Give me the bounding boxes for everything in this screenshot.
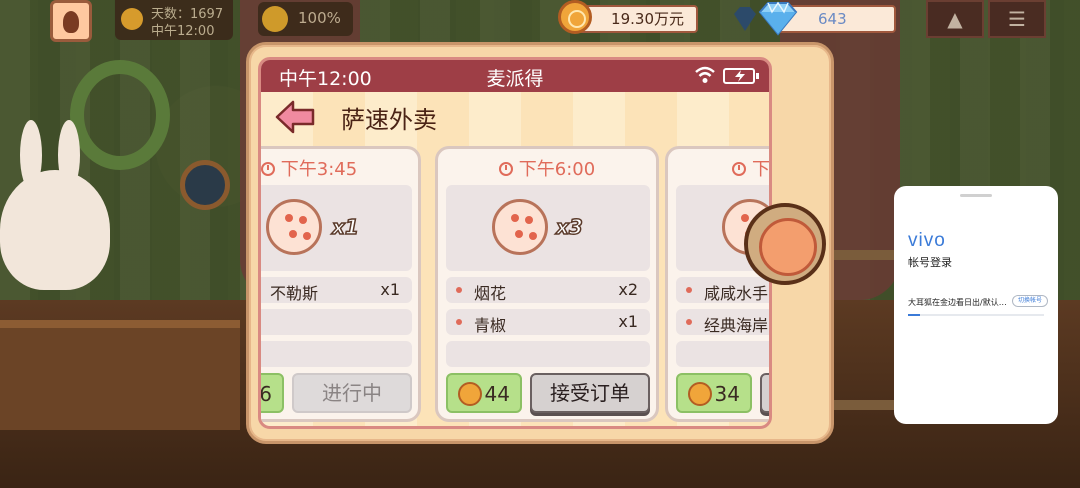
bullet-dot bbox=[456, 287, 462, 293]
item-name: 不勒斯 bbox=[270, 284, 319, 303]
dish-quantity: x3 bbox=[555, 214, 583, 240]
wreath-decoration bbox=[70, 60, 170, 170]
reward-amount: 16 bbox=[259, 382, 272, 406]
order-time: 下 bbox=[668, 155, 770, 181]
phone-home-button[interactable] bbox=[744, 203, 826, 285]
menu-icon: ☰ bbox=[1008, 7, 1026, 31]
item-name: 咸咸水手 bbox=[704, 284, 769, 303]
item-name: 青椒 bbox=[474, 316, 507, 335]
drag-handle[interactable] bbox=[960, 194, 992, 197]
order-in-progress-button[interactable]: 进行中 bbox=[292, 373, 412, 413]
order-reward: 44 bbox=[446, 373, 522, 413]
game-clock: 中午12:00 bbox=[151, 24, 215, 39]
mood-percent: 100% bbox=[298, 9, 341, 27]
page-header: 萨速外卖 bbox=[261, 92, 769, 142]
account-name: 大耳狐在金边看日出/默认… bbox=[908, 298, 1007, 307]
item-name: 烟花 bbox=[474, 284, 507, 303]
order-time: 下午6:00 bbox=[438, 155, 656, 181]
clock-icon bbox=[498, 162, 513, 176]
sun-icon bbox=[121, 8, 143, 30]
accept-order-button[interactable]: 接受订单 bbox=[530, 373, 650, 413]
reward-amount: 34 bbox=[714, 382, 740, 406]
clock-icon bbox=[732, 162, 746, 176]
dish-image-box: x3 bbox=[446, 185, 650, 271]
reward-amount: 44 bbox=[484, 382, 510, 406]
player-avatar[interactable] bbox=[50, 0, 92, 42]
bullet-dot bbox=[686, 287, 692, 293]
order-reward: 16 bbox=[259, 373, 284, 413]
vivo-logo: vivo bbox=[908, 230, 946, 251]
order-reward: 34 bbox=[676, 373, 752, 413]
order-time: 下午3:45 bbox=[261, 155, 418, 181]
bullet-dot bbox=[456, 319, 462, 325]
diamond-icon bbox=[758, 1, 798, 36]
login-subtitle: 帐号登录 bbox=[908, 256, 952, 269]
phone-app-name: 麦派得 bbox=[486, 68, 544, 90]
gem-amount: 643 bbox=[818, 10, 847, 28]
accept-order-button[interactable] bbox=[760, 373, 769, 413]
order-item: 青椒 x1 bbox=[446, 309, 650, 335]
day-clock-panel: 天数：1697 中午12:00 bbox=[115, 0, 233, 40]
order-item: 不勒斯 x1 bbox=[261, 277, 412, 303]
item-qty: x1 bbox=[618, 312, 638, 331]
bullet-dot bbox=[686, 319, 692, 325]
order-item: 咸咸水手 bbox=[676, 277, 769, 303]
bunny-character bbox=[0, 120, 110, 290]
switch-account-button[interactable]: 切换帐号 bbox=[1012, 295, 1048, 307]
battery-charging-icon bbox=[723, 68, 759, 84]
order-time-text: 下 bbox=[752, 159, 770, 180]
desk-decoration bbox=[0, 320, 240, 430]
order-card: 下 咸咸水手 经典海岸 34 bbox=[665, 146, 770, 422]
order-item-empty bbox=[676, 341, 769, 367]
coin-icon bbox=[558, 0, 592, 34]
pizza-icon bbox=[266, 199, 322, 255]
order-item: 经典海岸 bbox=[676, 309, 769, 335]
login-progress-bar bbox=[908, 314, 1044, 316]
order-list[interactable]: 下午3:45 x1 不勒斯 x1 16 进行中 下午6:00 x3 bbox=[261, 146, 769, 426]
coin-amount: 19.30万元 bbox=[611, 10, 684, 28]
dish-image-box: x1 bbox=[261, 185, 412, 271]
order-card: 下午3:45 x1 不勒斯 x1 16 进行中 bbox=[259, 146, 421, 422]
vivo-login-panel: vivo 帐号登录 大耳狐在金边看日出/默认… 切换帐号 bbox=[894, 186, 1058, 424]
clock-icon bbox=[261, 162, 275, 176]
item-qty: x1 bbox=[380, 280, 400, 299]
round-window bbox=[180, 160, 230, 210]
item-qty: x2 bbox=[618, 280, 638, 299]
coin-icon bbox=[688, 382, 712, 406]
dish-quantity: x1 bbox=[331, 214, 359, 240]
order-card: 下午6:00 x3 烟花 x2 青椒 x1 44 接受订单 bbox=[435, 146, 659, 422]
phone-screen: 中午12:00 麦派得 萨速外卖 下午3:45 x1 不勒斯 x1 6 进行中 … bbox=[258, 57, 772, 429]
order-item-empty bbox=[261, 341, 412, 367]
coin-icon bbox=[458, 382, 482, 406]
order-item-empty bbox=[446, 341, 650, 367]
chevron-up-icon: ▲ bbox=[947, 7, 963, 31]
smiley-face-icon bbox=[262, 6, 288, 32]
item-name: 经典海岸 bbox=[704, 316, 769, 335]
pizza-icon bbox=[492, 199, 548, 255]
order-time-text: 下午3:45 bbox=[280, 159, 358, 180]
main-menu-button[interactable]: ☰ bbox=[988, 0, 1046, 38]
back-arrow-button[interactable] bbox=[275, 100, 315, 134]
wifi-icon bbox=[695, 66, 715, 83]
order-item-empty bbox=[261, 309, 412, 335]
phone-status-bar: 中午12:00 麦派得 bbox=[261, 60, 769, 92]
page-title: 萨速外卖 bbox=[341, 106, 437, 134]
order-time-text: 下午6:00 bbox=[518, 159, 596, 180]
mood-panel: 100% bbox=[258, 2, 353, 36]
coin-balance: 19.30万元 bbox=[578, 5, 698, 33]
collapse-hud-button[interactable]: ▲ bbox=[926, 0, 984, 38]
order-item: 烟花 x2 bbox=[446, 277, 650, 303]
